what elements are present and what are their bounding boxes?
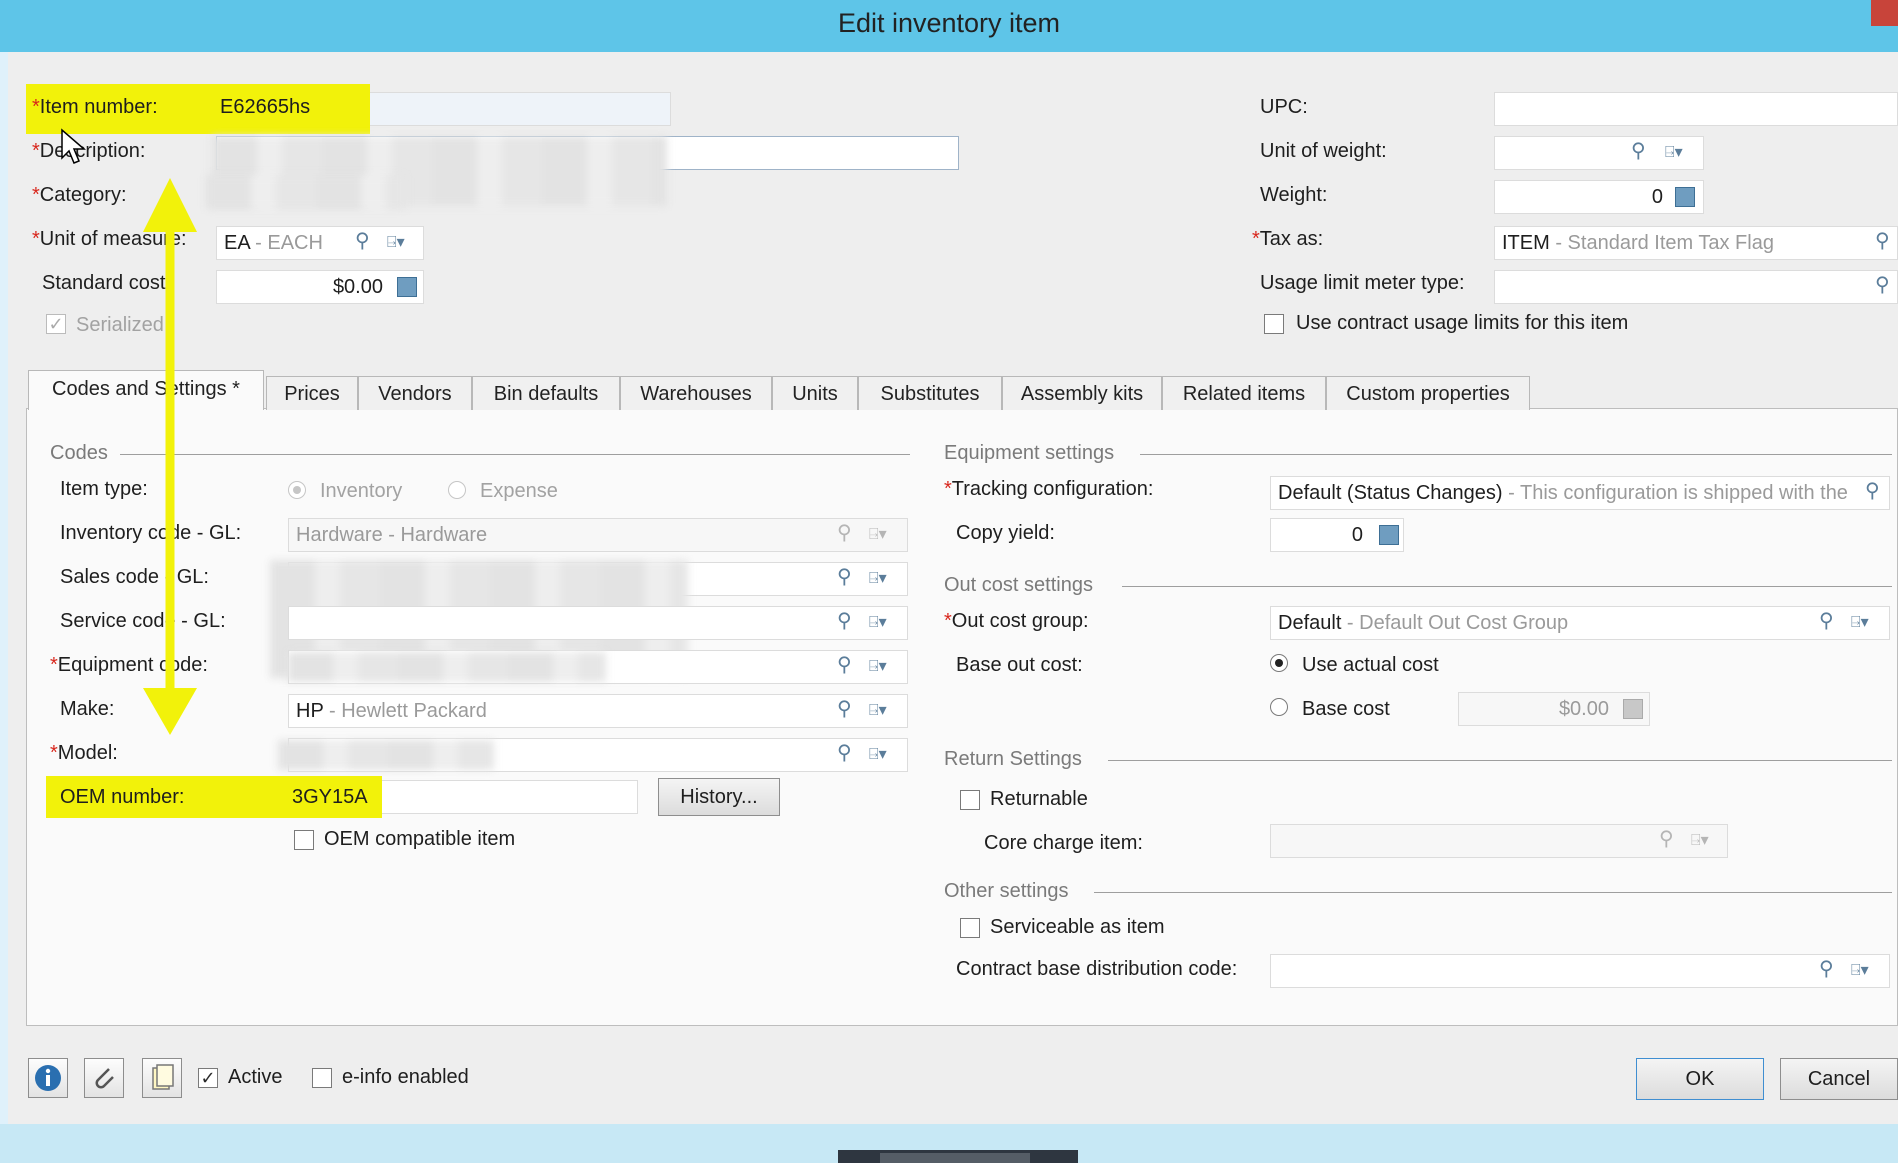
mouse-cursor-icon xyxy=(61,128,87,164)
annotation-arrow xyxy=(143,178,197,735)
